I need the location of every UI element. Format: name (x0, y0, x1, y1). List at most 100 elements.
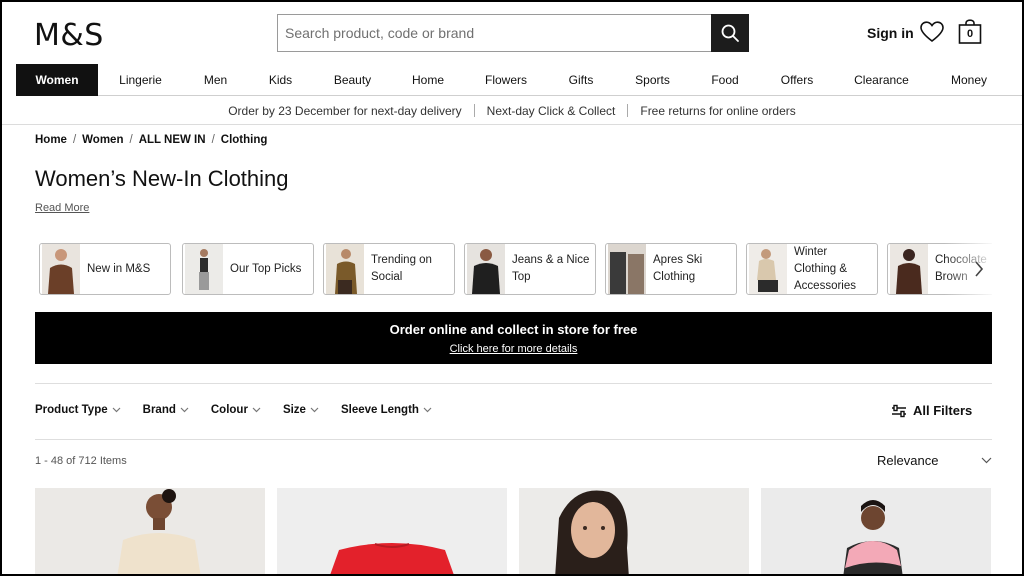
divider (627, 104, 629, 117)
search-input[interactable] (278, 15, 708, 51)
search-button[interactable] (711, 14, 749, 52)
filter-product-type[interactable]: Product Type (35, 404, 121, 416)
product-card[interactable] (277, 488, 507, 574)
nav-item-beauty[interactable]: Beauty (313, 64, 392, 96)
bag-count: 0 (966, 28, 974, 40)
breadcrumb-all-new-in[interactable]: ALL NEW IN (139, 134, 206, 146)
chip-our-top-picks[interactable]: Our Top Picks (182, 243, 314, 295)
chevron-down-icon (112, 407, 121, 413)
breadcrumb-separator: / (72, 134, 77, 146)
filter-brand[interactable]: Brand (143, 404, 189, 416)
chip-new-in-ms[interactable]: New in M&S (39, 243, 171, 295)
breadcrumb-clothing: Clothing (220, 134, 268, 146)
nav-item-clearance[interactable]: Clearance (835, 64, 928, 96)
model-image (185, 244, 223, 294)
page-title: Women’s New-In Clothing (35, 166, 289, 191)
chip-thumbnail (42, 244, 80, 294)
chip-label: Our Top Picks (230, 262, 302, 275)
breadcrumb-separator: / (129, 134, 133, 146)
model-image (749, 244, 787, 294)
divider (35, 439, 992, 440)
nav-item-men[interactable]: Men (183, 64, 248, 96)
product-image (761, 488, 991, 574)
chip-winter-clothing-accessories[interactable]: Winter Clothing & Accessories (746, 243, 878, 295)
banner-title: Order online and collect in store for fr… (389, 322, 638, 337)
all-filters-button[interactable]: All Filters (891, 403, 972, 418)
product-image (519, 488, 749, 574)
divider (473, 104, 475, 117)
results-count: 1 - 48 of 712 Items (35, 455, 127, 467)
chip-jeans-nice-top[interactable]: Jeans & a Nice Top (464, 243, 596, 295)
breadcrumb: Home / Women / ALL NEW IN / Clothing (35, 134, 267, 146)
chip-thumbnail (185, 244, 223, 294)
sign-in-link[interactable]: Sign in (867, 25, 914, 41)
chevron-down-icon (180, 407, 189, 413)
nav-item-lingerie[interactable]: Lingerie (98, 64, 183, 96)
nav-item-sports[interactable]: Sports (614, 64, 691, 96)
chip-label: Jeans & a Nice Top (512, 254, 590, 283)
nav-item-gifts[interactable]: Gifts (548, 64, 614, 96)
product-card[interactable] (35, 488, 265, 574)
shopping-bag-button[interactable]: 0 (958, 19, 982, 50)
all-filters-label: All Filters (913, 403, 973, 418)
chevron-down-icon (252, 407, 261, 413)
promo-strip: Order by 23 December for next-day delive… (2, 97, 1022, 125)
chip-thumbnail (890, 244, 928, 294)
chevron-right-icon (975, 261, 984, 277)
chevron-down-icon (310, 407, 319, 413)
chip-thumbnail (467, 244, 505, 294)
chip-thumbnail (749, 244, 787, 294)
nav-item-kids[interactable]: Kids (248, 64, 313, 96)
chip-label: New in M&S (87, 262, 151, 275)
chip-label: Apres Ski Clothing (653, 254, 703, 283)
sliders-icon (892, 404, 906, 417)
nav-item-flowers[interactable]: Flowers (464, 64, 548, 96)
breadcrumb-separator: / (211, 134, 215, 146)
click-collect-banner: Order online and collect in store for fr… (35, 312, 992, 364)
chevron-down-icon (423, 407, 432, 413)
promo-free-returns[interactable]: Free returns for online orders (640, 104, 795, 118)
product-image (35, 488, 265, 574)
product-card[interactable] (761, 488, 991, 574)
chip-trending-on-social[interactable]: Trending on Social (323, 243, 455, 295)
read-more-link[interactable]: Read More (35, 202, 89, 214)
model-image (326, 244, 364, 294)
filter-colour[interactable]: Colour (211, 404, 261, 416)
banner-details-link[interactable]: Click here for more details (35, 343, 992, 355)
search-icon (721, 24, 739, 42)
model-image (890, 244, 928, 294)
model-image (42, 244, 80, 294)
breadcrumb-home[interactable]: Home (35, 134, 67, 146)
promo-click-collect[interactable]: Next-day Click & Collect (487, 104, 616, 118)
nav-item-home[interactable]: Home (392, 64, 464, 96)
model-image (467, 244, 505, 294)
category-carousel: New in M&S Our Top Picks Trending on Soc… (39, 243, 992, 297)
divider (35, 383, 992, 384)
nav-item-women[interactable]: Women (16, 64, 98, 96)
filter-size[interactable]: Size (283, 404, 319, 416)
nav-item-money[interactable]: Money (928, 64, 1010, 96)
chip-label: Trending on Social (371, 254, 432, 283)
filter-sleeve-length[interactable]: Sleeve Length (341, 404, 432, 416)
search-bar (277, 14, 749, 52)
product-card[interactable] (519, 488, 749, 574)
main-nav: Women Lingerie Men Kids Beauty Home Flow… (16, 64, 1022, 96)
nav-item-food[interactable]: Food (691, 64, 759, 96)
carousel-next-button[interactable] (970, 259, 988, 279)
nav-item-offers[interactable]: Offers (759, 64, 835, 96)
model-image (608, 244, 646, 294)
promo-next-day-delivery[interactable]: Order by 23 December for next-day delive… (228, 104, 461, 118)
sort-dropdown[interactable]: Relevance (877, 453, 992, 468)
sort-value: Relevance (877, 453, 939, 468)
filter-bar: Product Type Brand Colour Size Sleeve Le… (35, 404, 454, 416)
chip-thumbnail (608, 244, 646, 294)
chevron-down-icon (981, 457, 992, 464)
ms-logo[interactable]: M&S (34, 18, 104, 53)
page: M&S Sign in 0 Women Lingerie Men Kids Be… (2, 2, 1022, 574)
breadcrumb-women[interactable]: Women (82, 134, 123, 146)
chip-apres-ski-clothing[interactable]: Apres Ski Clothing (605, 243, 737, 295)
product-image (277, 488, 507, 574)
chip-label: Winter Clothing & Accessories (794, 245, 856, 292)
wishlist-heart-icon[interactable] (920, 21, 944, 43)
chip-thumbnail (326, 244, 364, 294)
